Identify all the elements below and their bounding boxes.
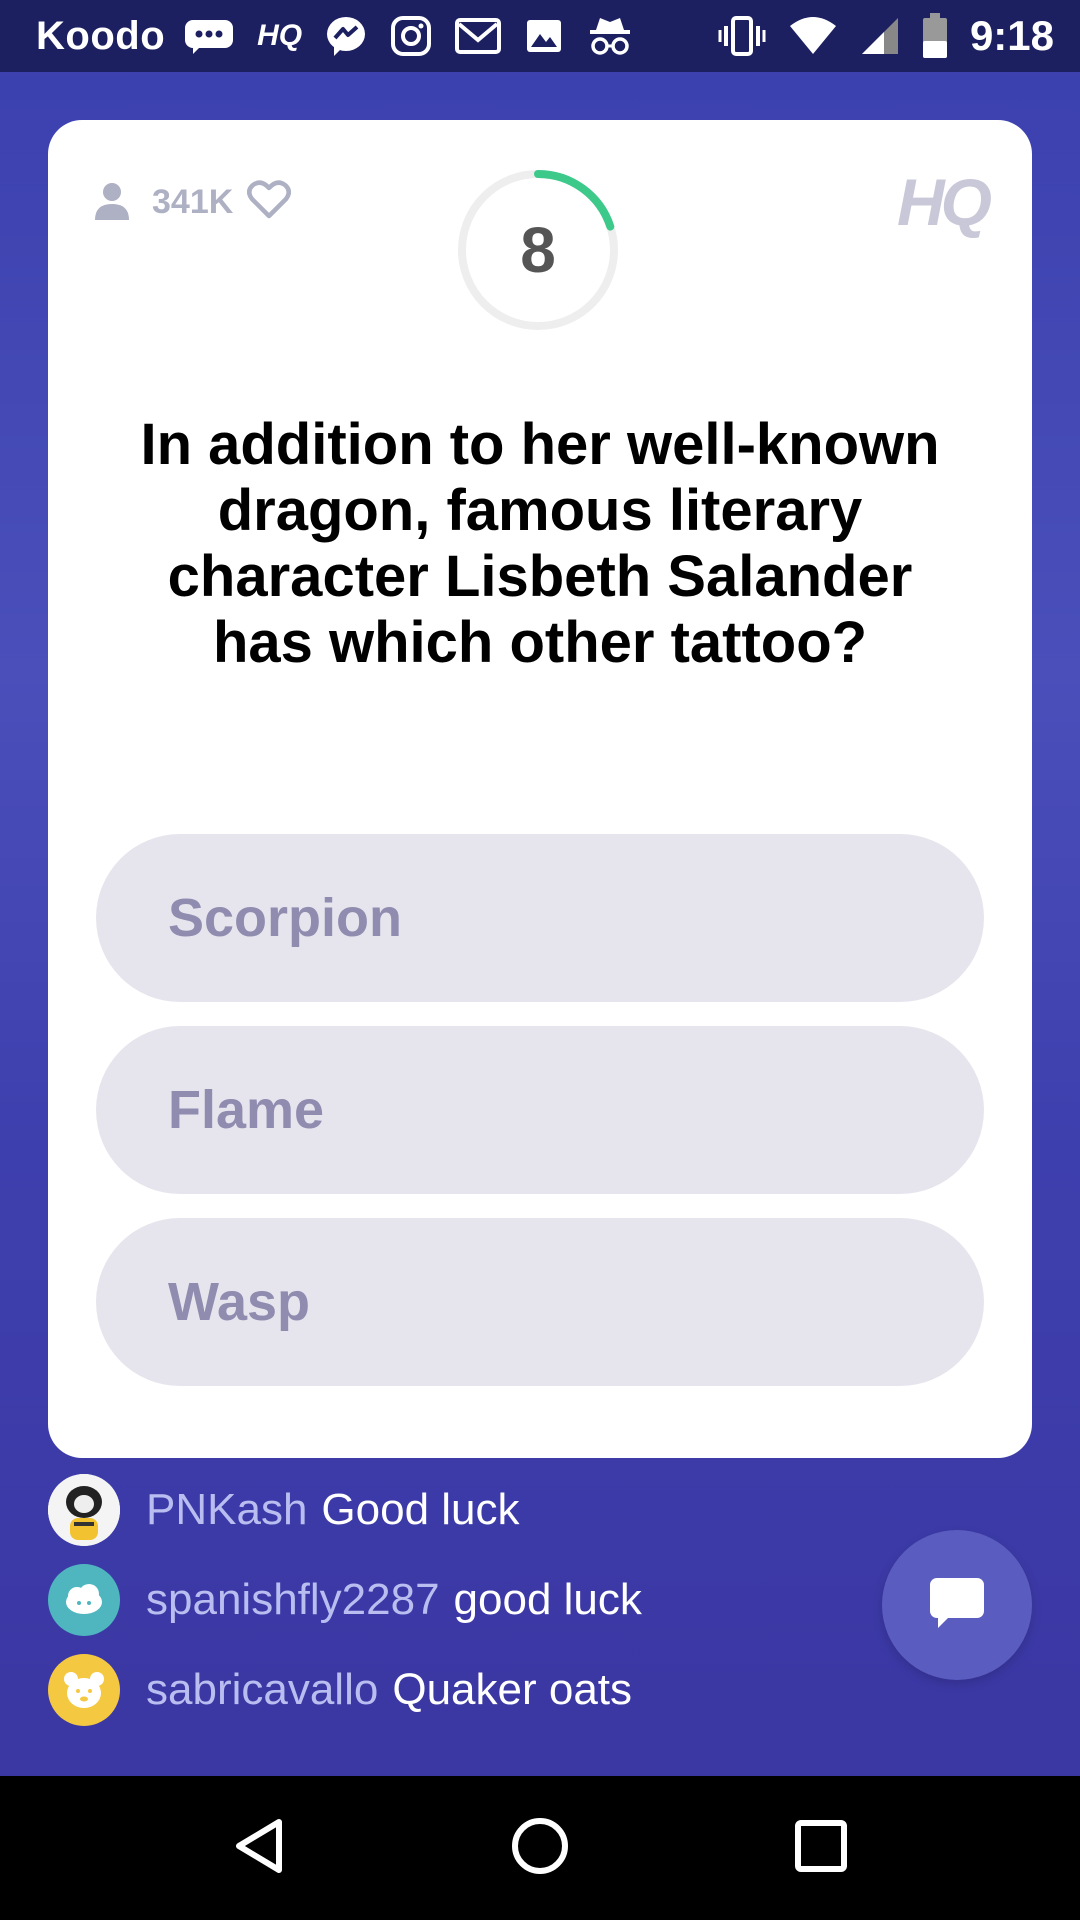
answer-option-3[interactable]: Wasp	[96, 1218, 984, 1386]
chat-button[interactable]	[882, 1530, 1032, 1680]
home-icon[interactable]	[510, 1816, 570, 1880]
avatar	[48, 1474, 120, 1546]
chat-username[interactable]: spanishfly2287	[146, 1575, 440, 1625]
heart-icon[interactable]	[247, 180, 292, 224]
wifi-icon	[788, 16, 838, 56]
vibrate-icon	[718, 14, 766, 58]
hq-icon: HQ	[257, 19, 303, 52]
answer-option-2[interactable]: Flame	[96, 1026, 984, 1194]
chat-text: Quaker oats	[392, 1665, 633, 1714]
back-icon[interactable]	[231, 1816, 287, 1880]
viewer-counter: 341K	[92, 180, 292, 224]
chat-icon	[928, 1576, 986, 1634]
chat-feed: PNKash Good luck spanishfly2287 good luc…	[48, 1474, 642, 1744]
status-bar: Koodo HQ 9:18	[0, 0, 1080, 72]
cloud-avatar	[48, 1564, 120, 1636]
question-card: 341K 8 HQ In addition to her well-known …	[48, 120, 1032, 1458]
messenger-icon	[324, 14, 368, 58]
chat-username[interactable]: sabricavallo	[146, 1665, 378, 1715]
hq-logo: HQ	[897, 165, 992, 239]
question-text: In addition to her well-known dragon, fa…	[140, 412, 940, 675]
countdown-timer: 8	[456, 168, 620, 332]
timer-value: 8	[520, 214, 556, 286]
signal-icon	[860, 16, 900, 56]
bear-avatar	[48, 1654, 120, 1726]
gmail-icon	[454, 16, 502, 56]
recents-icon[interactable]	[793, 1818, 849, 1878]
incognito-icon	[586, 14, 634, 58]
chat-message: spanishfly2287 good luck	[48, 1564, 642, 1636]
user-icon	[92, 180, 132, 224]
carrier-label: Koodo	[36, 13, 166, 58]
chat-bubble-icon	[183, 16, 235, 56]
navigation-bar	[0, 1776, 1080, 1920]
chat-text: good luck	[453, 1575, 642, 1624]
battery-icon	[922, 13, 948, 59]
answer-option-1[interactable]: Scorpion	[96, 834, 984, 1002]
image-icon	[524, 16, 564, 56]
chat-message: PNKash Good luck	[48, 1474, 642, 1546]
chat-text: Good luck	[321, 1485, 520, 1534]
viewer-count: 341K	[152, 182, 234, 221]
chat-username[interactable]: PNKash	[146, 1485, 307, 1535]
clock: 9:18	[969, 12, 1054, 59]
instagram-icon	[390, 15, 432, 57]
chat-message: sabricavallo Quaker oats	[48, 1654, 642, 1726]
